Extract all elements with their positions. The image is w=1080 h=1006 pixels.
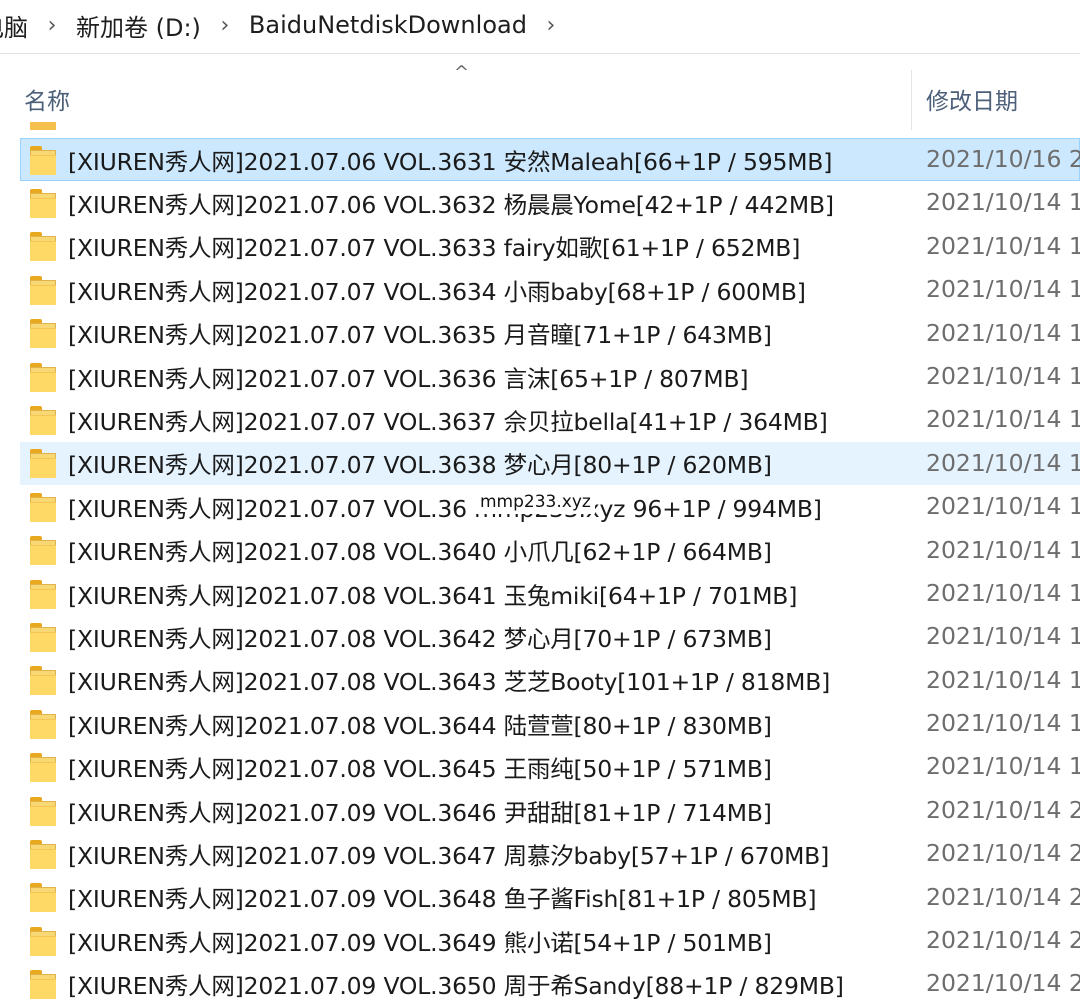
file-date-modified: 2021/10/14 1: [926, 405, 1080, 434]
file-list-item[interactable]: [XIUREN秀人网]2021.07.08 VOL.3644 陆萱萱[80+1P…: [0, 702, 1080, 745]
folder-icon: [30, 579, 56, 609]
file-name: [XIUREN秀人网]2021.07.07 VOL.3636 言沫[65+1P …: [68, 364, 749, 393]
folder-icon: [30, 362, 56, 392]
breadcrumb-item-drive-d[interactable]: 新加卷 (D:): [72, 8, 205, 43]
file-date-modified: 2021/10/14 1: [926, 622, 1080, 651]
file-name: [XIUREN秀人网]2021.07.06 VOL.3632 杨晨晨Yome[4…: [68, 191, 834, 220]
file-name: [XIUREN秀人网]2021.07.09 VOL.3649 熊小诺[54+1P…: [68, 928, 772, 957]
file-list-item[interactable]: [XIUREN秀人网]2021.07.07 VOL.3636 言沫[65+1P …: [0, 355, 1080, 398]
file-date-modified: 2021/10/14 1: [926, 448, 1080, 477]
file-list-item[interactable]: [XIUREN秀人网]2021.07.08 VOL.3641 玉兔miki[64…: [0, 572, 1080, 615]
folder-icon: [30, 970, 56, 1000]
file-name: [XIUREN秀人网]2021.07.07 VOL.3638 梦心月[80+1P…: [68, 451, 772, 480]
column-header-date-modified[interactable]: 修改日期: [926, 82, 1018, 116]
folder-icon: [30, 709, 56, 739]
folder-icon: [30, 275, 56, 305]
folder-icon: [30, 232, 56, 262]
file-list-item[interactable]: [XIUREN秀人网]2021.07.06 VOL.3632 杨晨晨Yome[4…: [0, 181, 1080, 224]
watermark-label: mmp233.xyz: [476, 490, 595, 514]
file-name: [XIUREN秀人网]2021.07.09 VOL.3647 周慕汐baby[5…: [68, 841, 830, 870]
folder-icon: [30, 839, 56, 869]
file-list-item[interactable]: [XIUREN秀人网]2021.07.09 VOL.3649 熊小诺[54+1P…: [0, 919, 1080, 962]
file-list-item[interactable]: [XIUREN秀人网]2021.07.09 VOL.3646 尹甜甜[81+1P…: [0, 789, 1080, 832]
file-date-modified: 2021/10/14 1: [926, 231, 1080, 260]
file-date-modified: 2021/10/14 1: [926, 578, 1080, 607]
folder-icon: [30, 319, 56, 349]
folder-icon: [30, 753, 56, 783]
file-name: [XIUREN秀人网]2021.07.06 VOL.3631 安然Maleah[…: [68, 147, 833, 176]
column-header-name[interactable]: 名称: [24, 82, 70, 116]
file-date-modified: 2021/10/14 1: [926, 275, 1080, 304]
file-name: [XIUREN秀人网]2021.07.09 VOL.3650 周于希Sandy[…: [68, 972, 844, 1001]
breadcrumb-item-folder[interactable]: BaiduNetdiskDownload: [245, 11, 531, 39]
file-list-item[interactable]: [XIUREN秀人网]2021.07.09 VOL.3647 周慕汐baby[5…: [0, 832, 1080, 875]
partial-list-item: [0, 118, 1080, 130]
file-list-item[interactable]: [XIUREN秀人网]2021.07.08 VOL.3645 王雨纯[50+1P…: [0, 745, 1080, 788]
file-list-item[interactable]: [XIUREN秀人网]2021.07.06 VOL.3631 安然Maleah[…: [20, 138, 1080, 182]
file-name: [XIUREN秀人网]2021.07.07 VOL.3633 fairy如歌[6…: [68, 234, 801, 263]
file-date-modified: 2021/10/16 2: [926, 145, 1080, 173]
file-list-item[interactable]: [XIUREN秀人网]2021.07.08 VOL.3642 梦心月[70+1P…: [0, 615, 1080, 658]
file-name: [XIUREN秀人网]2021.07.07 VOL.3637 佘贝拉bella[…: [68, 408, 828, 437]
folder-icon: [30, 666, 56, 696]
file-date-modified: 2021/10/14 1: [926, 318, 1080, 347]
file-list-item[interactable]: [XIUREN秀人网]2021.07.08 VOL.3640 小爪几[62+1P…: [0, 529, 1080, 572]
chevron-right-icon[interactable]: ›: [205, 13, 245, 38]
file-name: [XIUREN秀人网]2021.07.07 VOL.36 mmp233.xyz …: [68, 494, 822, 523]
file-name: [XIUREN秀人网]2021.07.09 VOL.3648 鱼子酱Fish[8…: [68, 885, 817, 914]
chevron-right-icon[interactable]: ›: [32, 13, 72, 38]
folder-icon: [30, 926, 56, 956]
breadcrumb: 电脑 › 新加卷 (D:) › BaiduNetdiskDownload ›: [0, 0, 1080, 50]
file-list-item[interactable]: [XIUREN秀人网]2021.07.09 VOL.3648 鱼子酱Fish[8…: [0, 876, 1080, 919]
folder-icon: [30, 145, 56, 175]
file-name: [XIUREN秀人网]2021.07.08 VOL.3643 芝芝Booty[1…: [68, 668, 831, 697]
file-list-item[interactable]: [XIUREN秀人网]2021.07.07 VOL.3637 佘贝拉bella[…: [0, 398, 1080, 441]
file-list-item[interactable]: [XIUREN秀人网]2021.07.07 VOL.3634 小雨baby[68…: [0, 268, 1080, 311]
folder-icon: [30, 883, 56, 913]
file-date-modified: 2021/10/14 1: [926, 188, 1080, 217]
file-date-modified: 2021/10/14 1: [926, 492, 1080, 521]
file-name: [XIUREN秀人网]2021.07.07 VOL.3634 小雨baby[68…: [68, 277, 806, 306]
file-list-item[interactable]: [XIUREN秀人网]2021.07.07 VOL.3633 fairy如歌[6…: [0, 225, 1080, 268]
file-date-modified: 2021/10/14 2: [926, 839, 1080, 868]
folder-icon: [30, 449, 56, 479]
file-list-item[interactable]: [XIUREN秀人网]2021.07.09 VOL.3650 周于希Sandy[…: [0, 962, 1080, 1005]
folder-icon: [30, 406, 56, 436]
chevron-right-icon[interactable]: ›: [531, 13, 571, 38]
file-name: [XIUREN秀人网]2021.07.07 VOL.3635 月音瞳[71+1P…: [68, 321, 772, 350]
file-list-item[interactable]: [XIUREN秀人网]2021.07.08 VOL.3643 芝芝Booty[1…: [0, 659, 1080, 702]
folder-icon: [30, 122, 56, 130]
file-name: [XIUREN秀人网]2021.07.08 VOL.3644 陆萱萱[80+1P…: [68, 711, 772, 740]
file-date-modified: 2021/10/14 1: [926, 665, 1080, 694]
folder-icon: [30, 189, 56, 219]
file-name: [XIUREN秀人网]2021.07.08 VOL.3640 小爪几[62+1P…: [68, 538, 772, 567]
file-list-item[interactable]: [XIUREN秀人网]2021.07.07 VOL.3638 梦心月[80+1P…: [20, 441, 1080, 486]
file-date-modified: 2021/10/14 2: [926, 882, 1080, 911]
folder-icon: [30, 622, 56, 652]
file-name: [XIUREN秀人网]2021.07.09 VOL.3646 尹甜甜[81+1P…: [68, 798, 772, 827]
file-list: [XIUREN秀人网]2021.07.06 VOL.3631 安然Maleah[…: [0, 138, 1080, 1006]
file-name: [XIUREN秀人网]2021.07.08 VOL.3641 玉兔miki[64…: [68, 581, 798, 610]
breadcrumb-item-this-pc[interactable]: 电脑: [0, 8, 32, 43]
file-name: [XIUREN秀人网]2021.07.08 VOL.3645 王雨纯[50+1P…: [68, 755, 772, 784]
file-date-modified: 2021/10/14 1: [926, 535, 1080, 564]
file-date-modified: 2021/10/14 2: [926, 969, 1080, 998]
file-name: [XIUREN秀人网]2021.07.08 VOL.3642 梦心月[70+1P…: [68, 624, 772, 653]
file-date-modified: 2021/10/14 2: [926, 926, 1080, 955]
divider: [0, 53, 1080, 54]
file-list-item[interactable]: [XIUREN秀人网]2021.07.07 VOL.3635 月音瞳[71+1P…: [0, 312, 1080, 355]
file-date-modified: 2021/10/14 1: [926, 752, 1080, 781]
file-date-modified: 2021/10/14 1: [926, 709, 1080, 738]
folder-icon: [30, 796, 56, 826]
folder-icon: [30, 492, 56, 522]
file-date-modified: 2021/10/14 1: [926, 361, 1080, 390]
folder-icon: [30, 536, 56, 566]
file-date-modified: 2021/10/14 2: [926, 795, 1080, 824]
